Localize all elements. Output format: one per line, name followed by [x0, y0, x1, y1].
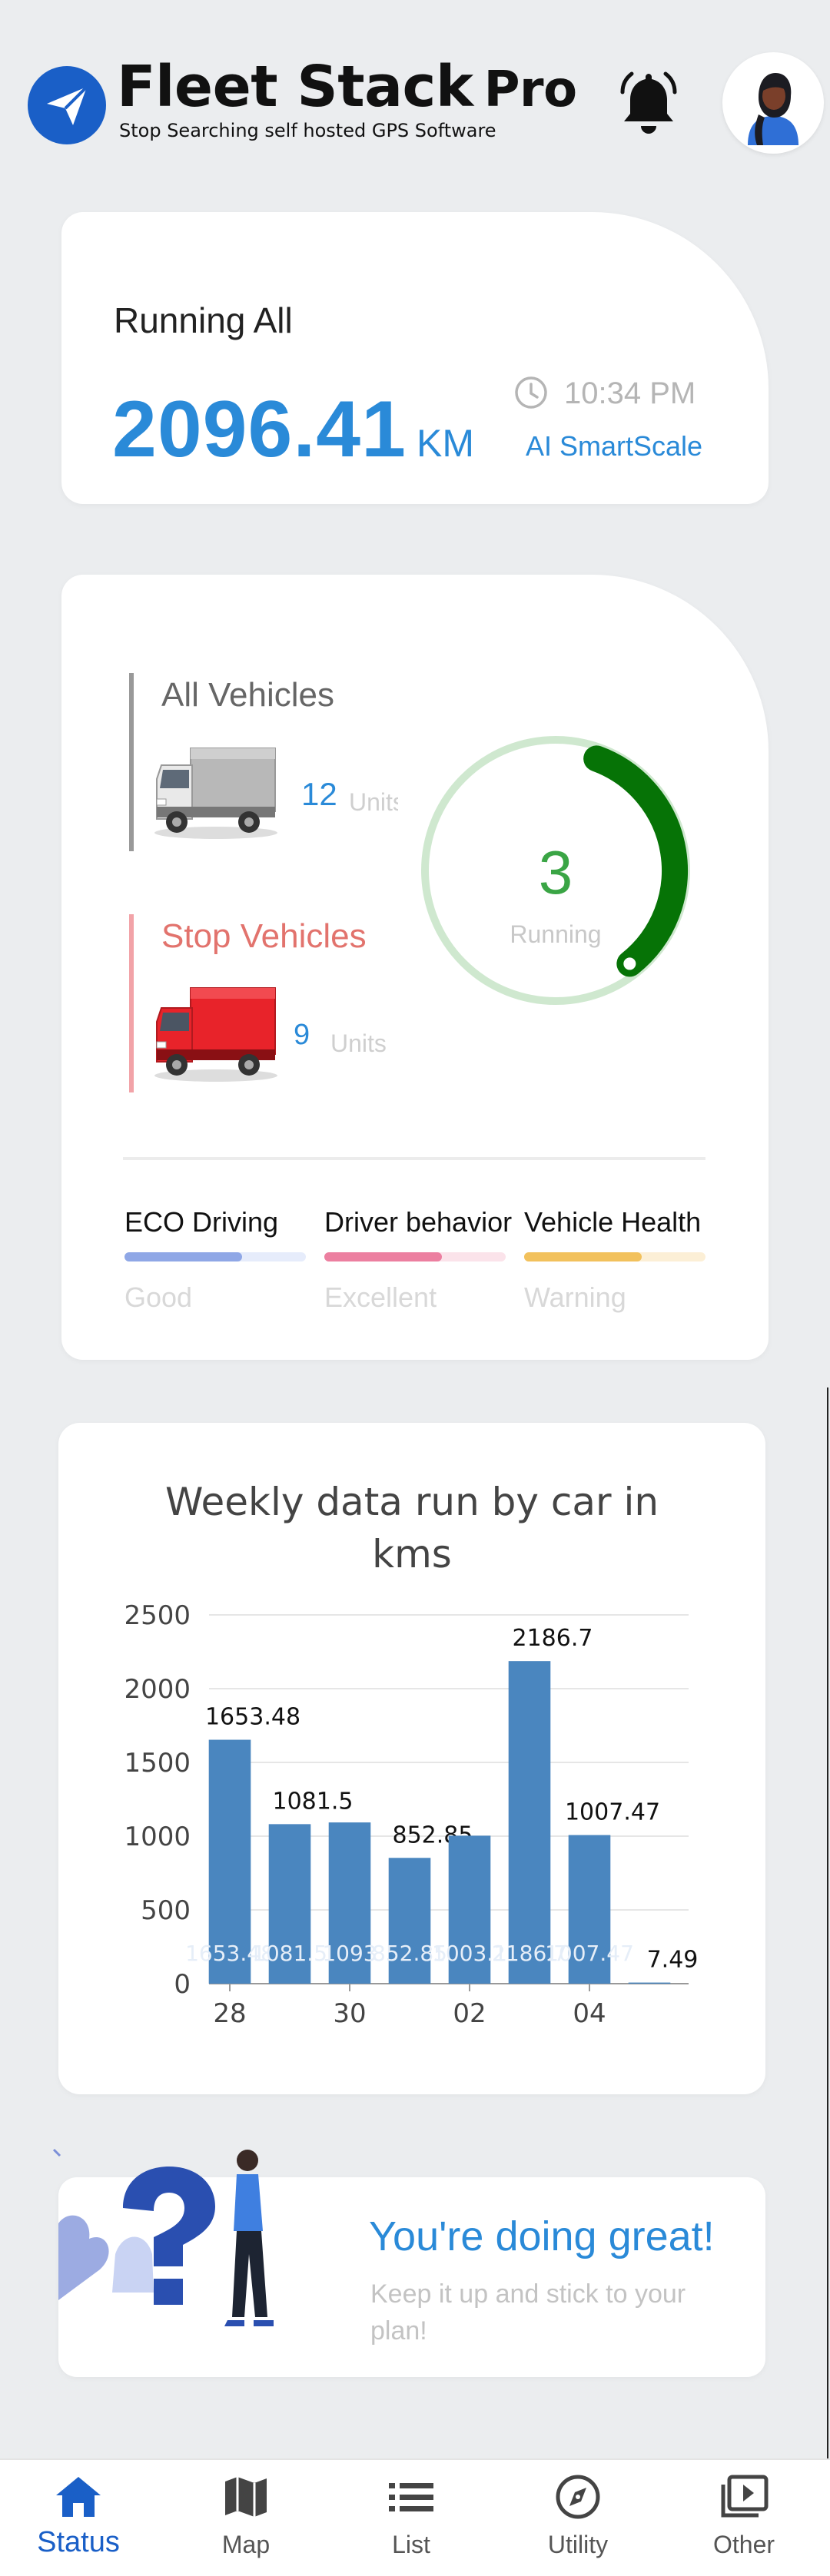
all-vehicles-accent-bar: [129, 673, 134, 851]
brand-pro: Pro: [483, 61, 577, 118]
chart-x-tick-label: 04: [573, 1998, 606, 2029]
home-icon: [56, 2477, 101, 2517]
nav-status[interactable]: Status: [2, 2472, 155, 2559]
chart-title-line-2: kms: [372, 1532, 452, 1576]
chart-bar: [508, 1661, 551, 1984]
chart-bar-top-label: 1007.47: [565, 1799, 660, 1826]
chart-title-line-1: Weekly data run by car in: [165, 1480, 659, 1524]
question-mark-illustration: [52, 2148, 274, 2326]
chart-y-tick-label: 2000: [124, 1674, 191, 1705]
gray-truck-icon: [154, 748, 277, 839]
chart-x-tick-label: 02: [453, 1998, 486, 2029]
driver-behavior-value: Excellent: [324, 1281, 437, 1313]
chart-y-tick-label: 1000: [124, 1822, 191, 1852]
stop-vehicles-title[interactable]: Stop Vehicles: [161, 917, 367, 956]
running-all-title: Running All: [114, 300, 293, 340]
vehicle-health-progress: [524, 1252, 706, 1261]
brand-title: Fleet Stack Pro: [117, 54, 577, 120]
all-vehicles-title[interactable]: All Vehicles: [161, 676, 334, 714]
chart-y-tick-label: 2500: [124, 1600, 191, 1631]
chart-bar-top-label: 7.49: [647, 1947, 699, 1974]
right-edge-line: [827, 1387, 828, 2466]
vehicle-health-title: Vehicle Health: [524, 1206, 702, 1238]
brand-logo: [28, 66, 106, 144]
red-truck-icon: [154, 987, 277, 1082]
nav-map-label: Map: [221, 2531, 271, 2558]
driver-behavior-progress-fill: [324, 1252, 443, 1261]
chart-bar-inner-label: 1081.5: [252, 1941, 327, 1966]
chart-y-tick-label: 500: [141, 1895, 191, 1926]
user-avatar-icon: [748, 73, 798, 145]
play-library-icon: [721, 2475, 769, 2518]
nav-other-label: Other: [712, 2531, 775, 2558]
chart-bar-top-label: 1653.48: [205, 1704, 300, 1731]
banner-title: You're doing great!: [369, 2213, 715, 2259]
stop-vehicles-accent-bar: [129, 914, 134, 1092]
all-vehicles-unit: Units: [349, 788, 398, 816]
bell-icon[interactable]: [616, 69, 681, 138]
vehicle-health-value: Warning: [524, 1281, 626, 1313]
chart-y-tick-label: 1500: [124, 1748, 191, 1779]
eco-driving-value: Good: [124, 1281, 193, 1313]
gauge-end-dot: [623, 957, 636, 970]
brand-subtitle: Stop Searching self hosted GPS Software: [119, 120, 496, 141]
nav-status-label: Status: [37, 2526, 120, 2558]
distance-unit: KM: [417, 422, 474, 465]
chart-bar-top-label: 1081.5: [273, 1788, 354, 1815]
eco-driving-title: ECO Driving: [124, 1206, 279, 1238]
running-count: 3: [538, 838, 573, 907]
clock-icon: [515, 376, 547, 409]
nav-utility-label: Utility: [547, 2531, 609, 2558]
all-vehicles-count: 12: [301, 776, 337, 812]
current-time: 10:34 PM: [564, 376, 696, 410]
driver-behavior-progress: [324, 1252, 506, 1261]
chart-bar-inner-label: 1007.47: [545, 1941, 634, 1966]
smartscale-link[interactable]: AI SmartScale: [526, 430, 702, 462]
driver-behavior-title: Driver behavior: [324, 1206, 513, 1238]
weekly-bar-chart: Weekly data run by car in kms 0 500 1000 1500…: [124, 1480, 699, 2029]
banner-subtitle: Keep it up and stick to your plan!: [370, 2279, 686, 2346]
compass-icon: [556, 2475, 600, 2519]
chart-bar-top-label: 2186.7: [513, 1625, 593, 1652]
chart-y-tick-label: 0: [174, 1969, 191, 2000]
chart-x-tick-label: 30: [333, 1998, 366, 2029]
stop-vehicles-unit: Units: [330, 1029, 387, 1057]
nav-list[interactable]: List: [334, 2472, 488, 2559]
running-label: Running: [510, 920, 602, 948]
map-icon: [225, 2477, 267, 2517]
nav-map[interactable]: Map: [169, 2472, 323, 2559]
nav-other[interactable]: Other: [667, 2472, 821, 2559]
chart-bar: [628, 1982, 671, 1984]
chart-x-tick-label: 28: [213, 1998, 246, 2029]
brand-name: Fleet Stack: [117, 54, 473, 120]
total-distance-value: 2096.41: [112, 385, 407, 474]
card-divider: [123, 1157, 706, 1160]
nav-list-label: List: [392, 2531, 430, 2558]
chart-bar-inner-label: 1093: [322, 1941, 377, 1966]
user-avatar[interactable]: [722, 52, 824, 154]
list-icon: [389, 2483, 433, 2511]
vehicle-health-progress-fill: [524, 1252, 642, 1261]
nav-utility[interactable]: Utility: [501, 2472, 655, 2559]
paper-plane-icon: [47, 85, 88, 125]
stop-vehicles-count: 9: [294, 1019, 310, 1051]
eco-driving-progress: [124, 1252, 306, 1261]
eco-driving-progress-fill: [124, 1252, 243, 1261]
